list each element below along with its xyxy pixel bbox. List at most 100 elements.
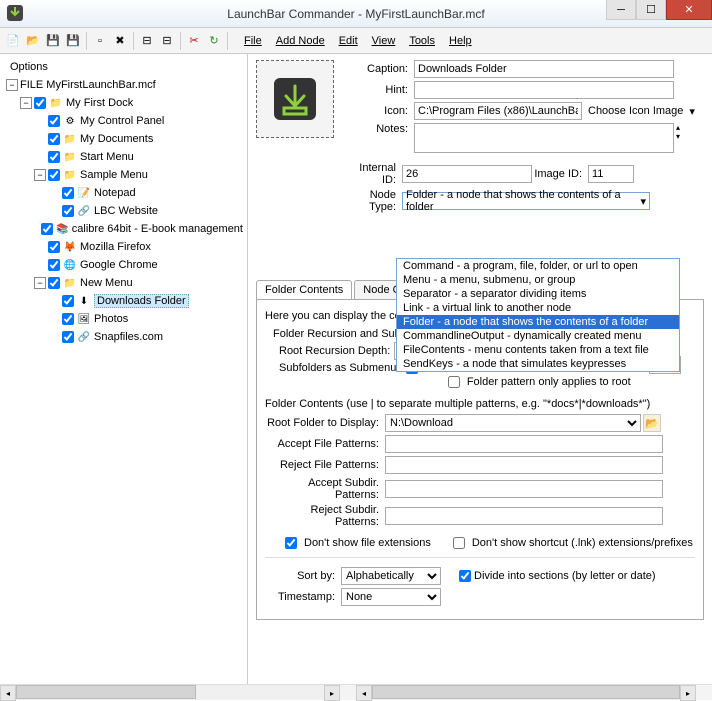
add-icon[interactable]: ▫ (91, 32, 109, 50)
arrange2-icon[interactable]: ⊟ (158, 32, 176, 50)
minimize-button[interactable]: ─ (606, 0, 636, 20)
horizontal-scrollbar[interactable]: ◂ ▸ ◂ ▸ (0, 684, 712, 700)
tree-item[interactable]: Google Chrome (80, 259, 158, 271)
folder-icon: 📁 (63, 276, 77, 290)
expander-icon[interactable]: − (6, 79, 18, 91)
tree-file[interactable]: FILE MyFirstLaunchBar.mcf (20, 79, 156, 91)
open-icon[interactable]: 📂 (24, 32, 42, 50)
dropdown-arrow-icon[interactable]: ▾ (689, 105, 695, 118)
browse-icon[interactable]: 📂 (643, 414, 661, 432)
spinner-up-icon[interactable]: ▴ (676, 123, 680, 132)
menu-file[interactable]: File (238, 33, 268, 49)
tree-item[interactable]: My First Dock (66, 97, 133, 109)
tree-item[interactable]: Notepad (94, 187, 136, 199)
save-icon[interactable]: 💾 (44, 32, 62, 50)
close-button[interactable]: ✕ (666, 0, 712, 20)
nodetype-dropdown-list[interactable]: Command - a program, file, folder, or ur… (396, 258, 680, 372)
sortby-select[interactable]: Alphabetically (341, 567, 441, 585)
expander-icon[interactable]: − (20, 97, 32, 109)
root-folder-select[interactable]: N:\Download (385, 414, 641, 432)
icon-preview[interactable] (256, 60, 334, 138)
title-bar: LaunchBar Commander - MyFirstLaunchBar.m… (0, 0, 712, 28)
cut-icon[interactable]: ✂ (185, 32, 203, 50)
menu-view[interactable]: View (366, 33, 402, 49)
tree-item[interactable]: New Menu (80, 277, 133, 289)
menu-tools[interactable]: Tools (403, 33, 441, 49)
dropdown-option[interactable]: Command - a program, file, folder, or ur… (397, 259, 679, 273)
nodetype-select[interactable]: Folder - a node that shows the contents … (402, 192, 650, 210)
saveall-icon[interactable]: 💾 (64, 32, 82, 50)
icon-input[interactable] (414, 102, 582, 120)
scroll-left-icon[interactable]: ◂ (0, 685, 16, 701)
dropdown-option[interactable]: Separator - a separator dividing items (397, 287, 679, 301)
dont-show-lnk-checkbox[interactable] (453, 537, 465, 549)
tree-checkbox[interactable] (48, 259, 60, 271)
caption-input[interactable] (414, 60, 674, 78)
maximize-button[interactable]: ☐ (636, 0, 666, 20)
scroll-left-icon[interactable]: ◂ (356, 685, 372, 701)
app-icon: 📚 (56, 222, 68, 236)
choose-icon-button[interactable]: Choose Icon Image (582, 105, 689, 117)
tree-checkbox[interactable] (48, 277, 60, 289)
new-icon[interactable]: 📄 (4, 32, 22, 50)
imageid-input[interactable] (588, 165, 634, 183)
expander-icon[interactable]: − (34, 277, 46, 289)
tree-checkbox[interactable] (62, 187, 74, 199)
arrange1-icon[interactable]: ⊟ (138, 32, 156, 50)
app-icon (6, 4, 24, 22)
tree-item[interactable]: My Control Panel (80, 115, 164, 127)
tree-checkbox[interactable] (48, 115, 60, 127)
dropdown-option[interactable]: Link - a virtual link to another node (397, 301, 679, 315)
tree-item[interactable]: Photos (94, 313, 128, 325)
dropdown-option[interactable]: SendKeys - a node that simulates keypres… (397, 357, 679, 371)
notes-input[interactable] (414, 123, 674, 153)
menu-edit[interactable]: Edit (333, 33, 364, 49)
download-icon: ⬇ (77, 294, 91, 308)
dropdown-option-selected[interactable]: Folder - a node that shows the contents … (397, 315, 679, 329)
delete-icon[interactable]: ✖ (111, 32, 129, 50)
dont-show-ext-checkbox[interactable] (285, 537, 297, 549)
accept-subdir-input[interactable] (385, 480, 663, 498)
tree-checkbox[interactable] (48, 241, 60, 253)
tree-options[interactable]: Options (10, 61, 48, 73)
tree-checkbox[interactable] (41, 223, 53, 235)
tree-checkbox[interactable] (48, 169, 60, 181)
tree-item[interactable]: Snapfiles.com (94, 331, 163, 343)
timestamp-select[interactable]: None (341, 588, 441, 606)
refresh-icon[interactable]: ↻ (205, 32, 223, 50)
dropdown-option[interactable]: CommandlineOutput - dynamically created … (397, 329, 679, 343)
tree-item[interactable]: calibre 64bit - E-book management (72, 223, 243, 235)
accept-file-input[interactable] (385, 435, 663, 453)
tree-item[interactable]: Start Menu (80, 151, 134, 163)
divide-checkbox[interactable] (459, 570, 471, 582)
scroll-right-icon[interactable]: ▸ (324, 685, 340, 701)
tab-folder-contents[interactable]: Folder Contents (256, 280, 352, 299)
tree-item[interactable]: Sample Menu (80, 169, 148, 181)
pattern-root-checkbox[interactable] (448, 376, 460, 388)
menu-help[interactable]: Help (443, 33, 478, 49)
scroll-right-icon[interactable]: ▸ (680, 685, 696, 701)
hint-input[interactable] (414, 81, 674, 99)
menu-addnode[interactable]: Add Node (270, 33, 331, 49)
section-label: Folder Contents (use | to separate multi… (265, 398, 695, 410)
tree-item[interactable]: LBC Website (94, 205, 158, 217)
tree-item[interactable]: My Documents (80, 133, 153, 145)
dropdown-option[interactable]: FileContents - menu contents taken from … (397, 343, 679, 357)
internalid-input[interactable] (402, 165, 532, 183)
tree-item-selected[interactable]: Downloads Folder (94, 294, 189, 308)
link-icon: 🔗 (77, 204, 91, 218)
reject-file-input[interactable] (385, 456, 663, 474)
dropdown-option[interactable]: Menu - a menu, submenu, or group (397, 273, 679, 287)
tree-checkbox[interactable] (62, 295, 74, 307)
tree-checkbox[interactable] (62, 313, 74, 325)
tree-checkbox[interactable] (62, 205, 74, 217)
spinner-down-icon[interactable]: ▾ (676, 132, 680, 141)
tree-item[interactable]: Mozilla Firefox (80, 241, 151, 253)
reject-subdir-input[interactable] (385, 507, 663, 525)
tree-checkbox[interactable] (34, 97, 46, 109)
tree-checkbox[interactable] (62, 331, 74, 343)
expander-icon[interactable]: − (34, 169, 46, 181)
tree-checkbox[interactable] (48, 133, 60, 145)
tree-pane: Options −FILE MyFirstLaunchBar.mcf −📁My … (0, 54, 248, 684)
tree-checkbox[interactable] (48, 151, 60, 163)
